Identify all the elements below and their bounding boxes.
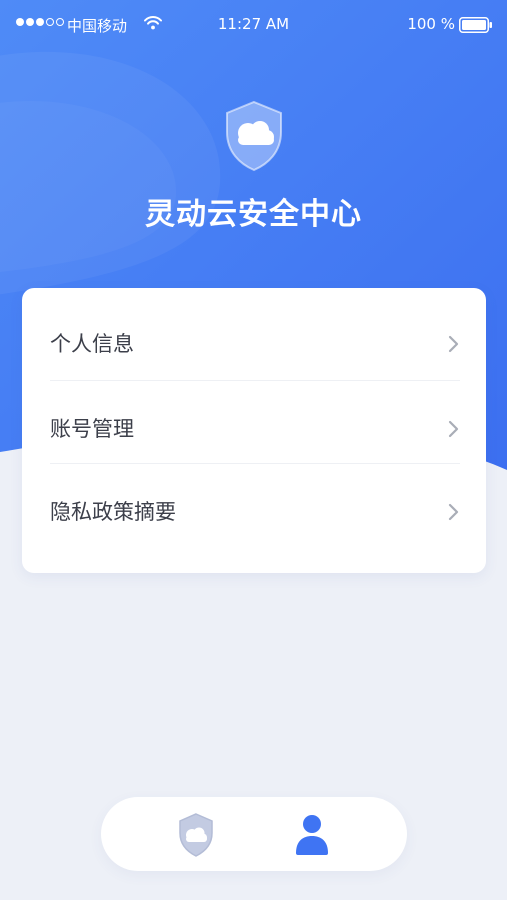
menu-divider	[50, 380, 460, 381]
chevron-right-icon	[448, 419, 460, 443]
menu-card: 个人信息 账号管理 隐私政策摘要	[22, 288, 486, 573]
status-bar: 中国移动 11:27 AM 100 %	[0, 0, 507, 50]
page-title: 灵动云安全中心	[145, 197, 362, 232]
tab-security[interactable]	[171, 811, 221, 857]
chevron-right-icon	[448, 502, 460, 526]
battery-percent: 100 %	[407, 15, 455, 33]
battery-full-icon	[459, 17, 493, 37]
menu-item-label: 隐私政策摘要	[50, 500, 176, 524]
menu-item-privacy-policy[interactable]: 隐私政策摘要	[50, 471, 460, 554]
menu-item-label: 个人信息	[50, 332, 134, 356]
menu-item-account-management[interactable]: 账号管理	[50, 388, 460, 471]
menu-item-personal-info[interactable]: 个人信息	[50, 303, 460, 386]
menu-divider	[50, 463, 460, 464]
chevron-right-icon	[448, 334, 460, 358]
tab-profile[interactable]	[287, 811, 337, 857]
cloud-shield-icon	[223, 100, 285, 176]
menu-item-label: 账号管理	[50, 417, 134, 441]
tab-bar	[101, 797, 407, 871]
user-icon	[296, 815, 328, 855]
cloud-shield-icon	[179, 813, 213, 857]
